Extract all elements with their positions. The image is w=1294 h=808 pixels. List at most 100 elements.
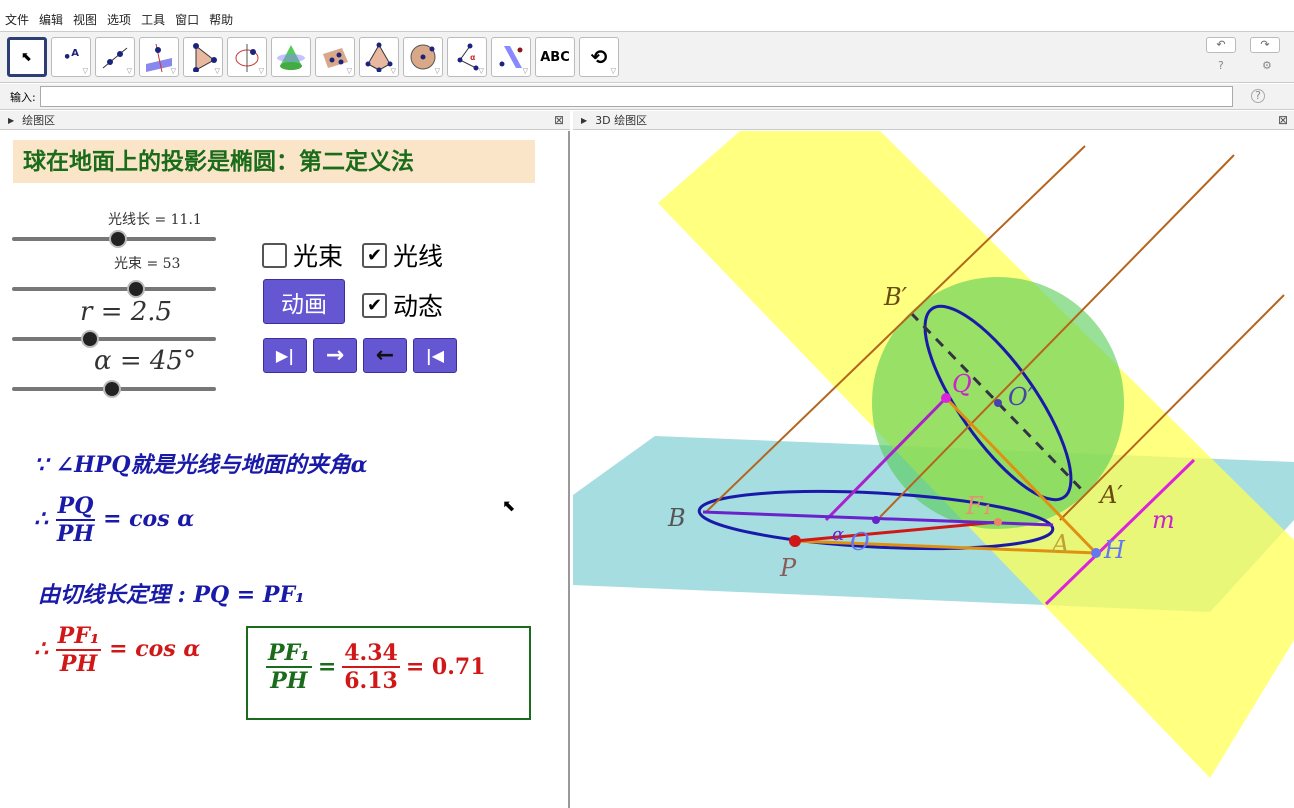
label-p: P	[779, 554, 797, 582]
reason-line-1: ∵ ∠HPQ就是光线与地面的夹角α	[34, 452, 368, 478]
perpendicular-line-icon	[146, 43, 172, 72]
tangent-theorem-line: 由切线长定理 : PQ = PF₁	[38, 582, 305, 608]
pyramid-icon	[365, 42, 393, 72]
input-help-icon[interactable]: ?	[1251, 89, 1265, 103]
input-bar: 输入: ?	[0, 84, 1294, 110]
label-o-prime: O′	[1008, 383, 1034, 411]
point-icon: •A	[62, 48, 80, 66]
plane-points-icon	[323, 48, 348, 68]
undo-button[interactable]: ↶	[1206, 37, 1236, 53]
menu-tools[interactable]: 工具	[141, 11, 165, 28]
3d-panel-header: ▶ 3D 绘图区 ⊠	[573, 111, 1294, 130]
input-field[interactable]	[40, 86, 1233, 107]
svg-text:α: α	[470, 53, 476, 62]
result-equation: PF₁ PH = 4.34 6.13 = 0.71	[266, 640, 486, 694]
circle-axis-icon	[235, 44, 259, 72]
point-o-prime[interactable]	[994, 399, 1002, 407]
collapse-icon[interactable]: ▶	[8, 116, 14, 125]
rotate-icon: ⟲	[590, 45, 608, 69]
label-f1: F₁	[965, 492, 992, 520]
close-icon[interactable]: ⊠	[554, 113, 564, 127]
text-tool[interactable]: ABC	[535, 37, 575, 77]
input-label: 输入:	[10, 91, 36, 104]
graphics-panel-title: 绘图区	[22, 114, 56, 127]
checkbox-label: 光束	[293, 242, 344, 271]
checkbox-checked[interactable]: ✔	[362, 292, 387, 318]
point-p[interactable]	[789, 535, 801, 547]
graphics-view: 球在地面上的投影是椭圆：第二定义法 光线长 = 11.1 光束 = 53 r =…	[0, 131, 570, 808]
redo-button[interactable]: ↷	[1250, 37, 1280, 53]
slider-label-r: r = 2.5	[80, 297, 173, 327]
mouse-cursor-icon: ⬉	[502, 496, 516, 515]
label-a: A	[1050, 530, 1069, 558]
text-icon: ABC	[540, 49, 570, 65]
point-h[interactable]	[1091, 548, 1101, 558]
slider-knob[interactable]	[129, 282, 144, 296]
slider-ray-length[interactable]	[12, 232, 216, 246]
rotate-view-tool[interactable]: ⟲ ▽	[579, 37, 619, 77]
perpendicular-tool[interactable]: ▽	[139, 37, 179, 77]
point-f1[interactable]	[994, 518, 1002, 526]
line-tool[interactable]: ▽	[95, 37, 135, 77]
slider-knob[interactable]	[104, 382, 119, 396]
checkbox-dynamic[interactable]: ✔ 动态	[362, 287, 443, 323]
point-q[interactable]	[941, 393, 951, 403]
step-end-button[interactable]: ▶|	[263, 338, 307, 373]
menu-edit[interactable]: 编辑	[39, 11, 63, 28]
menu-window[interactable]: 窗口	[175, 11, 199, 28]
move-tool[interactable]: ⬉	[7, 37, 47, 77]
help-icon[interactable]: ?	[1218, 59, 1224, 72]
3d-scene[interactable]: B′ Q O′ A′ B F₁ A H m P α O	[573, 131, 1294, 808]
checkbox-beam[interactable]: 光束	[262, 237, 343, 273]
reflect-tool[interactable]: ▽	[491, 37, 531, 77]
forward-button[interactable]: →	[313, 338, 357, 373]
cursor-icon: ⬉	[21, 49, 33, 65]
checkbox-checked[interactable]: ✔	[362, 242, 387, 268]
point-tool[interactable]: •A ▽	[51, 37, 91, 77]
menu-file[interactable]: 文件	[5, 11, 29, 28]
menu-options[interactable]: 选项	[107, 11, 131, 28]
label-m: m	[1152, 506, 1175, 534]
toolbar: ⬉ •A ▽ ▽ ▽ ▽ ▽ ▽ ▽ ▽ α ▽ ▽ ABC ⟲ ▽ ↶ ↷ ? ⚙	[0, 31, 1294, 83]
slider-knob[interactable]	[111, 232, 126, 246]
angle-tool[interactable]: α ▽	[447, 37, 487, 77]
3d-view[interactable]: B′ Q O′ A′ B F₁ A H m P α O	[573, 131, 1294, 808]
settings-icon[interactable]: ⚙	[1262, 59, 1272, 72]
point-o[interactable]	[872, 516, 880, 524]
close-icon[interactable]: ⊠	[1278, 113, 1288, 127]
angle-icon: α	[457, 43, 479, 71]
graphics-panel-header: ▶ 绘图区 ⊠	[0, 111, 570, 130]
menu-help[interactable]: 帮助	[209, 11, 233, 28]
plane-tool[interactable]: ▽	[315, 37, 355, 77]
circle-axis-tool[interactable]: ▽	[227, 37, 267, 77]
cone-tool[interactable]	[271, 37, 311, 77]
label-q: Q	[952, 370, 972, 398]
menu-view[interactable]: 视图	[73, 11, 97, 28]
slider-r[interactable]	[12, 332, 216, 346]
checkbox-unchecked[interactable]	[262, 242, 287, 268]
checkbox-label: 光线	[393, 242, 444, 271]
slider-label-ray-length: 光线长 = 11.1	[108, 212, 202, 228]
checkbox-ray[interactable]: ✔ 光线	[362, 237, 443, 273]
label-b: B	[667, 504, 686, 532]
slider-beam[interactable]	[12, 282, 216, 296]
label-b-prime: B′	[883, 283, 908, 311]
step-start-button[interactable]: |◀	[413, 338, 457, 373]
slider-alpha[interactable]	[12, 382, 216, 396]
animate-button[interactable]: 动画	[263, 279, 345, 324]
label-a-prime: A′	[1098, 481, 1123, 509]
back-button[interactable]: ←	[363, 338, 407, 373]
heading: 球在地面上的投影是椭圆：第二定义法	[13, 140, 535, 183]
polygon-tool[interactable]: ▽	[183, 37, 223, 77]
pyramid-tool[interactable]: ▽	[359, 37, 399, 77]
checkbox-label: 动态	[393, 292, 444, 321]
slider-knob[interactable]	[82, 332, 97, 346]
collapse-icon[interactable]: ▶	[581, 116, 587, 125]
triangle-icon	[193, 43, 217, 72]
slider-label-beam: 光束 = 53	[114, 256, 181, 272]
label-o: O	[850, 528, 870, 556]
menu-bar: 文件 编辑 视图 选项 工具 窗口 帮助	[0, 8, 1294, 30]
reflect-plane-icon	[499, 46, 523, 68]
sphere-tool[interactable]: ▽	[403, 37, 443, 77]
result-box: PF₁ PH = 4.34 6.13 = 0.71	[246, 626, 531, 720]
